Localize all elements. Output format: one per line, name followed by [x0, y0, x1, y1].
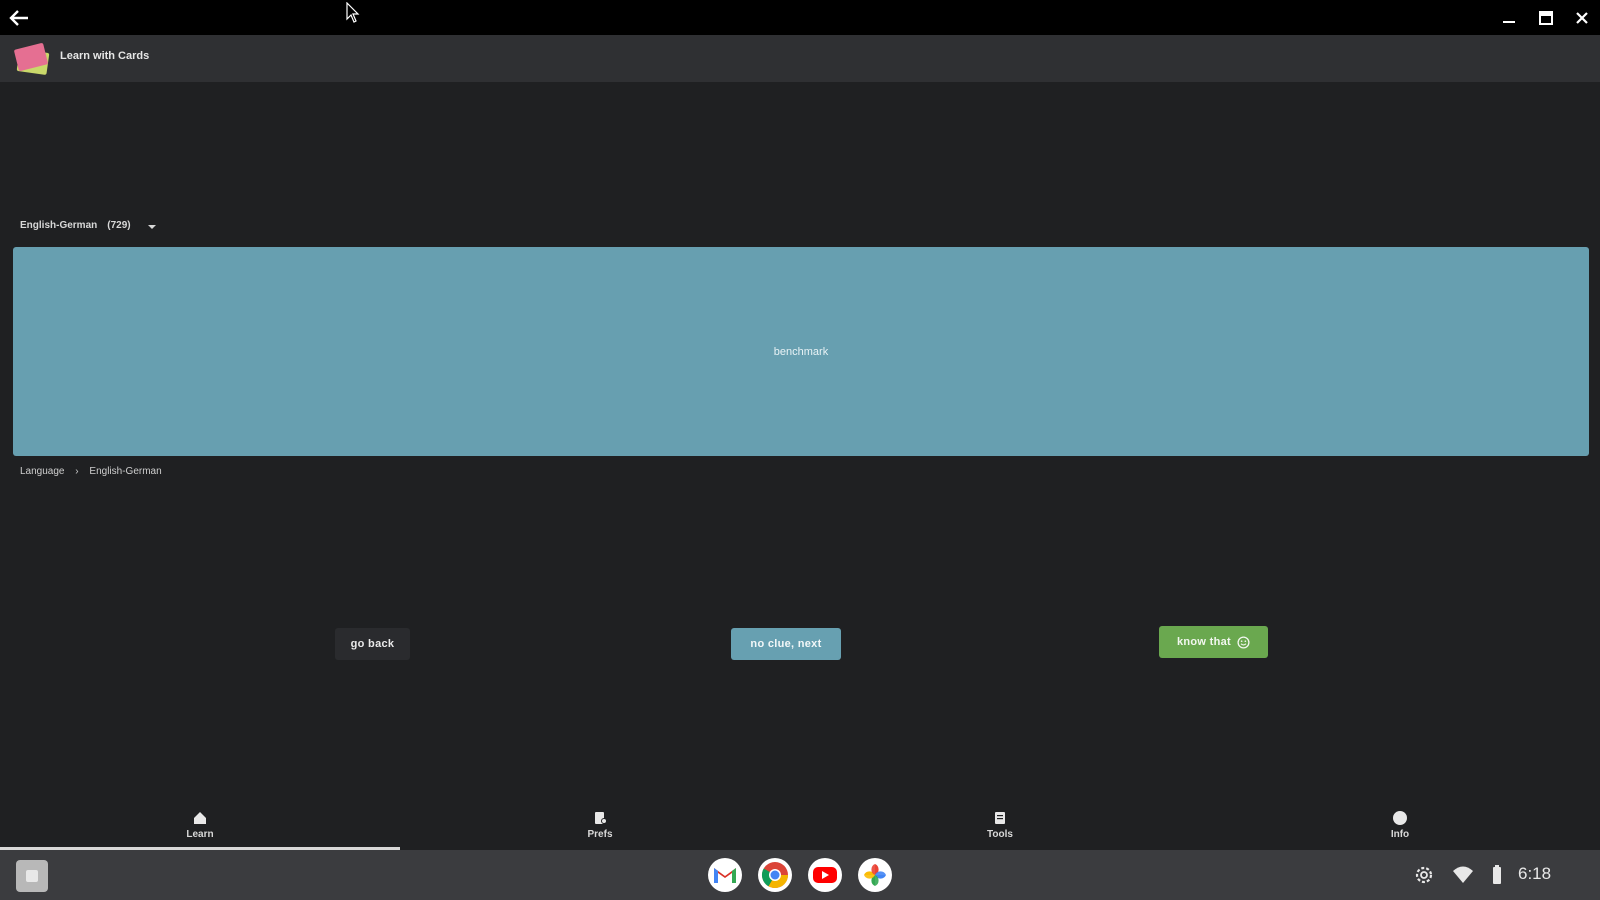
maximize-icon[interactable] — [1536, 8, 1556, 28]
photos-logo — [864, 864, 886, 886]
category-separator: › — [75, 466, 79, 477]
minimize-icon[interactable] — [1499, 8, 1519, 28]
home-icon — [194, 812, 206, 824]
go-back-label: go back — [350, 638, 395, 650]
clock[interactable]: 6:18 — [1518, 864, 1551, 884]
know-button[interactable]: know that — [1159, 626, 1268, 658]
info-icon — [1393, 811, 1407, 825]
chrome-icon[interactable] — [758, 858, 792, 892]
launcher-icon — [26, 870, 38, 882]
youtube-icon[interactable] — [808, 858, 842, 892]
category-parent: Language — [20, 466, 65, 477]
nav-item-prefs[interactable]: Prefs — [400, 800, 800, 850]
know-label: know that — [1176, 636, 1232, 648]
wifi-icon[interactable] — [1452, 864, 1474, 886]
chrome-logo — [761, 862, 789, 889]
app-title: Learn with Cards — [60, 50, 150, 62]
window-titlebar — [0, 0, 1600, 35]
go-back-button[interactable]: go back — [335, 628, 410, 660]
close-icon[interactable] — [1572, 8, 1592, 28]
app-bar: Learn with Cards — [0, 35, 1600, 82]
back-arrow-icon[interactable] — [8, 8, 30, 28]
nav-label: Info — [1390, 829, 1410, 840]
app-logo-icon — [14, 43, 50, 75]
gmail-icon[interactable] — [708, 858, 742, 892]
smiley-icon — [1237, 635, 1250, 649]
gmail-logo — [714, 868, 736, 883]
deck-name: English-German — [20, 220, 98, 231]
mouse-cursor-icon — [346, 2, 360, 23]
settings-gear-icon[interactable] — [1413, 864, 1435, 886]
deck-count: (729) — [107, 220, 131, 231]
tools-icon — [995, 812, 1005, 824]
nav-item-learn[interactable]: Learn — [0, 800, 400, 850]
flashcard[interactable]: benchmark — [13, 247, 1589, 456]
battery-icon[interactable] — [1490, 864, 1504, 886]
nav-item-tools[interactable]: Tools — [800, 800, 1200, 850]
settings-icon — [595, 812, 607, 824]
launcher-button[interactable] — [16, 860, 48, 892]
bottom-navigation: Learn Prefs Tools Info — [0, 800, 1600, 850]
nav-label: Prefs — [587, 829, 613, 840]
breadcrumb: Language › English-German — [20, 466, 170, 477]
deck-selector[interactable]: English-German (729) — [20, 220, 157, 231]
chevron-down-icon — [147, 224, 156, 229]
nav-label: Tools — [987, 829, 1013, 840]
youtube-logo — [813, 867, 837, 883]
system-shelf: 6:18 — [0, 850, 1600, 900]
category-child: English-German — [89, 466, 162, 477]
nav-item-info[interactable]: Info — [1200, 800, 1600, 850]
next-label: no clue, next — [750, 638, 822, 650]
photos-icon[interactable] — [858, 858, 892, 892]
next-button[interactable]: no clue, next — [731, 628, 841, 660]
card-word: benchmark — [773, 345, 829, 358]
nav-label: Learn — [186, 829, 214, 840]
